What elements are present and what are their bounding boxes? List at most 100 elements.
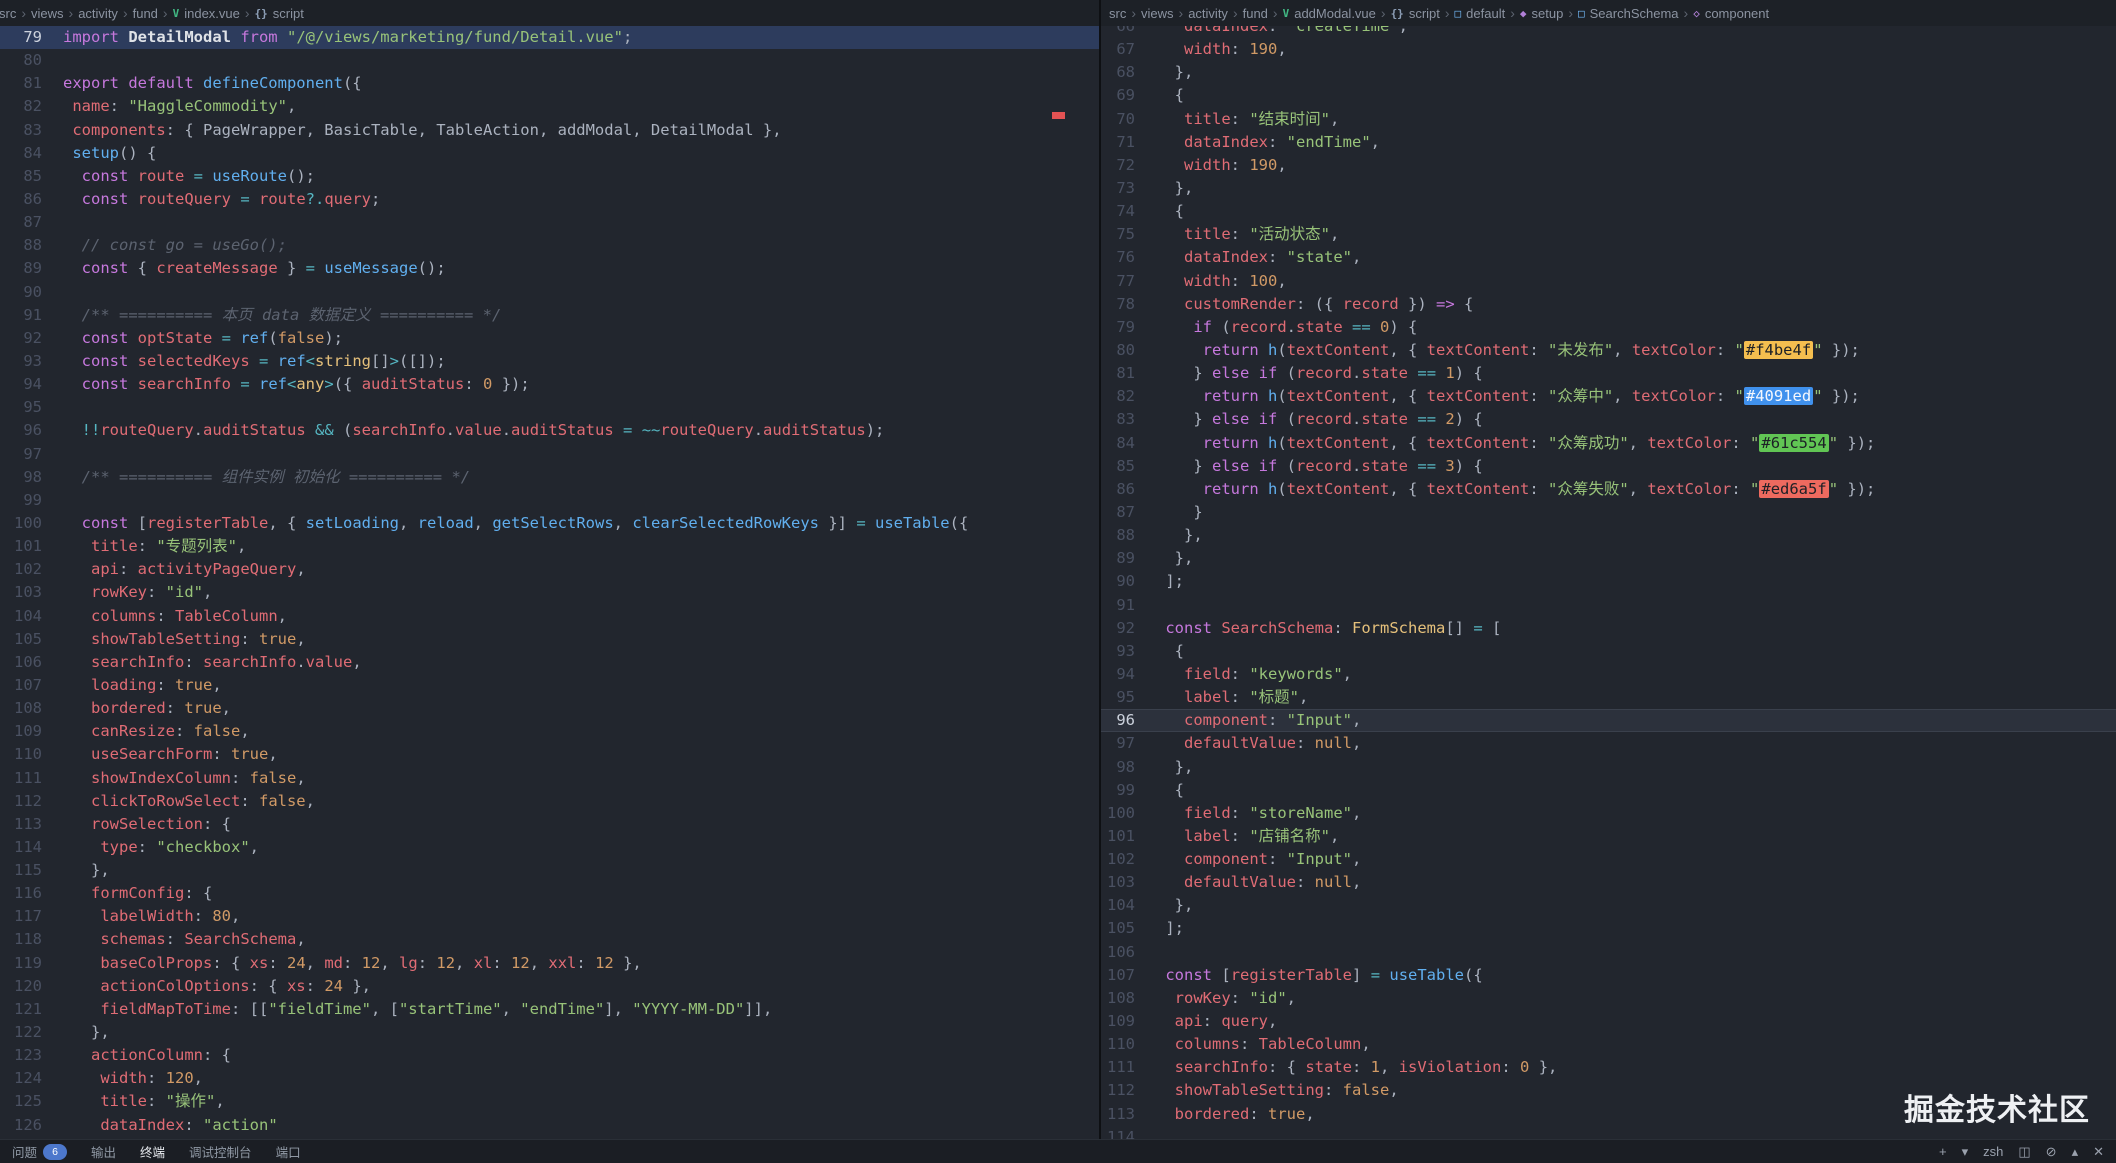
line-number[interactable]: 80: [0, 49, 42, 72]
code-line-116[interactable]: 116 formConfig: {: [0, 882, 1099, 905]
code-line-98[interactable]: 98 /** ========== 组件实例 初始化 ========== */: [0, 466, 1099, 489]
code-line-101[interactable]: 101 label: "店铺名称",: [1101, 825, 2116, 848]
code-line-77[interactable]: 77 width: 100,: [1101, 270, 2116, 293]
line-number[interactable]: 114: [0, 836, 42, 859]
line-number[interactable]: 95: [1101, 686, 1135, 709]
code-line-87[interactable]: 87 }: [1101, 501, 2116, 524]
line-number[interactable]: 112: [1101, 1079, 1135, 1102]
line-number[interactable]: 82: [0, 95, 42, 118]
panel-tab-调试控制台[interactable]: 调试控制台: [189, 1142, 252, 1161]
breadcrumb-item-setup[interactable]: ◆setup: [1520, 6, 1563, 21]
code-line-96[interactable]: 96 !!routeQuery.auditStatus && (searchIn…: [0, 419, 1099, 442]
line-number[interactable]: 84: [0, 142, 42, 165]
line-number[interactable]: 77: [1101, 270, 1135, 293]
code-line-79[interactable]: 79 if (record.state == 0) {: [1101, 316, 2116, 339]
line-number[interactable]: 97: [0, 443, 42, 466]
code-line-89[interactable]: 89 const { createMessage } = useMessage(…: [0, 257, 1099, 280]
panel-tab-端口[interactable]: 端口: [276, 1142, 301, 1161]
line-number[interactable]: 124: [0, 1067, 42, 1090]
shell-label[interactable]: zsh: [1983, 1144, 2003, 1159]
code-line-76[interactable]: 76 dataIndex: "state",: [1101, 246, 2116, 269]
code-line-107[interactable]: 107 loading: true,: [0, 674, 1099, 697]
line-number[interactable]: 98: [0, 466, 42, 489]
breadcrumb-item-script[interactable]: {}script: [255, 6, 304, 21]
line-number[interactable]: 83: [0, 119, 42, 142]
code-line-82[interactable]: 82 return h(textContent, { textContent: …: [1101, 385, 2116, 408]
code-line-90[interactable]: 90: [0, 281, 1099, 304]
line-number[interactable]: 104: [1101, 894, 1135, 917]
line-number[interactable]: 70: [1101, 108, 1135, 131]
code-line-111[interactable]: 111 showIndexColumn: false,: [0, 767, 1099, 790]
code-line-102[interactable]: 102 component: "Input",: [1101, 848, 2116, 871]
line-number[interactable]: 126: [0, 1114, 42, 1137]
line-number[interactable]: 100: [0, 512, 42, 535]
code-line-106[interactable]: 106 searchInfo: searchInfo.value,: [0, 651, 1099, 674]
maximize-panel-icon[interactable]: ▴: [2072, 1144, 2079, 1160]
line-number[interactable]: 118: [0, 928, 42, 951]
code-line-74[interactable]: 74 {: [1101, 200, 2116, 223]
line-number[interactable]: 88: [1101, 524, 1135, 547]
code-line-123[interactable]: 123 actionColumn: {: [0, 1044, 1099, 1067]
line-number[interactable]: 116: [0, 882, 42, 905]
code-line-111[interactable]: 111 searchInfo: { state: 1, isViolation:…: [1101, 1056, 2116, 1079]
line-number[interactable]: 108: [1101, 987, 1135, 1010]
line-number[interactable]: 112: [0, 790, 42, 813]
line-number[interactable]: 71: [1101, 131, 1135, 154]
code-line-110[interactable]: 110 useSearchForm: true,: [0, 743, 1099, 766]
code-line-99[interactable]: 99: [0, 489, 1099, 512]
line-number[interactable]: 121: [0, 998, 42, 1021]
code-line-72[interactable]: 72 width: 190,: [1101, 154, 2116, 177]
code-line-91[interactable]: 91: [1101, 594, 2116, 617]
line-number[interactable]: 113: [0, 813, 42, 836]
code-line-114[interactable]: 114 type: "checkbox",: [0, 836, 1099, 859]
code-line-73[interactable]: 73 },: [1101, 177, 2116, 200]
code-line-70[interactable]: 70 title: "结束时间",: [1101, 108, 2116, 131]
code-line-83[interactable]: 83 } else if (record.state == 2) {: [1101, 408, 2116, 431]
line-number[interactable]: 94: [0, 373, 42, 396]
code-line-101[interactable]: 101 title: "专题列表",: [0, 535, 1099, 558]
line-number[interactable]: 88: [0, 234, 42, 257]
line-number[interactable]: 75: [1101, 223, 1135, 246]
breadcrumb-item-views[interactable]: views: [31, 6, 64, 21]
close-panel-icon[interactable]: ✕: [2093, 1144, 2104, 1160]
code-line-100[interactable]: 100 field: "storeName",: [1101, 802, 2116, 825]
line-number[interactable]: 107: [1101, 964, 1135, 987]
code-line-80[interactable]: 80 return h(textContent, { textContent: …: [1101, 339, 2116, 362]
line-number[interactable]: 102: [0, 558, 42, 581]
code-line-104[interactable]: 104 },: [1101, 894, 2116, 917]
code-line-84[interactable]: 84 setup() {: [0, 142, 1099, 165]
code-line-90[interactable]: 90 ];: [1101, 570, 2116, 593]
kill-terminal-icon[interactable]: ⊘: [2046, 1144, 2057, 1160]
line-number[interactable]: 67: [1101, 38, 1135, 61]
line-number[interactable]: 69: [1101, 84, 1135, 107]
code-line-86[interactable]: 86 const routeQuery = route?.query;: [0, 188, 1099, 211]
line-number[interactable]: 76: [1101, 246, 1135, 269]
code-line-120[interactable]: 120 actionColOptions: { xs: 24 },: [0, 975, 1099, 998]
line-number[interactable]: 101: [1101, 825, 1135, 848]
breadcrumb-item-activity[interactable]: activity: [1188, 6, 1228, 21]
line-number[interactable]: 103: [1101, 871, 1135, 894]
code-line-86[interactable]: 86 return h(textContent, { textContent: …: [1101, 478, 2116, 501]
line-number[interactable]: 106: [1101, 941, 1135, 964]
code-line-97[interactable]: 97: [0, 443, 1099, 466]
line-number[interactable]: 110: [1101, 1033, 1135, 1056]
line-number[interactable]: 91: [1101, 594, 1135, 617]
code-line-110[interactable]: 110 columns: TableColumn,: [1101, 1033, 2116, 1056]
line-number[interactable]: 99: [1101, 779, 1135, 802]
code-line-88[interactable]: 88 },: [1101, 524, 2116, 547]
line-number[interactable]: 101: [0, 535, 42, 558]
line-number[interactable]: 96: [0, 419, 42, 442]
code-line-81[interactable]: 81export default defineComponent({: [0, 72, 1099, 95]
code-line-92[interactable]: 92 const optState = ref(false);: [0, 327, 1099, 350]
error-marker[interactable]: [1052, 112, 1065, 119]
code-line-103[interactable]: 103 defaultValue: null,: [1101, 871, 2116, 894]
code-line-115[interactable]: 115 },: [0, 859, 1099, 882]
line-number[interactable]: 99: [0, 489, 42, 512]
breadcrumb-item-script[interactable]: {}script: [1391, 6, 1440, 21]
code-line-103[interactable]: 103 rowKey: "id",: [0, 581, 1099, 604]
code-line-96[interactable]: 96 component: "Input",: [1101, 709, 2116, 732]
line-number[interactable]: 80: [1101, 339, 1135, 362]
line-number[interactable]: 86: [1101, 478, 1135, 501]
breadcrumb-item-views[interactable]: views: [1141, 6, 1174, 21]
line-number[interactable]: 117: [0, 905, 42, 928]
